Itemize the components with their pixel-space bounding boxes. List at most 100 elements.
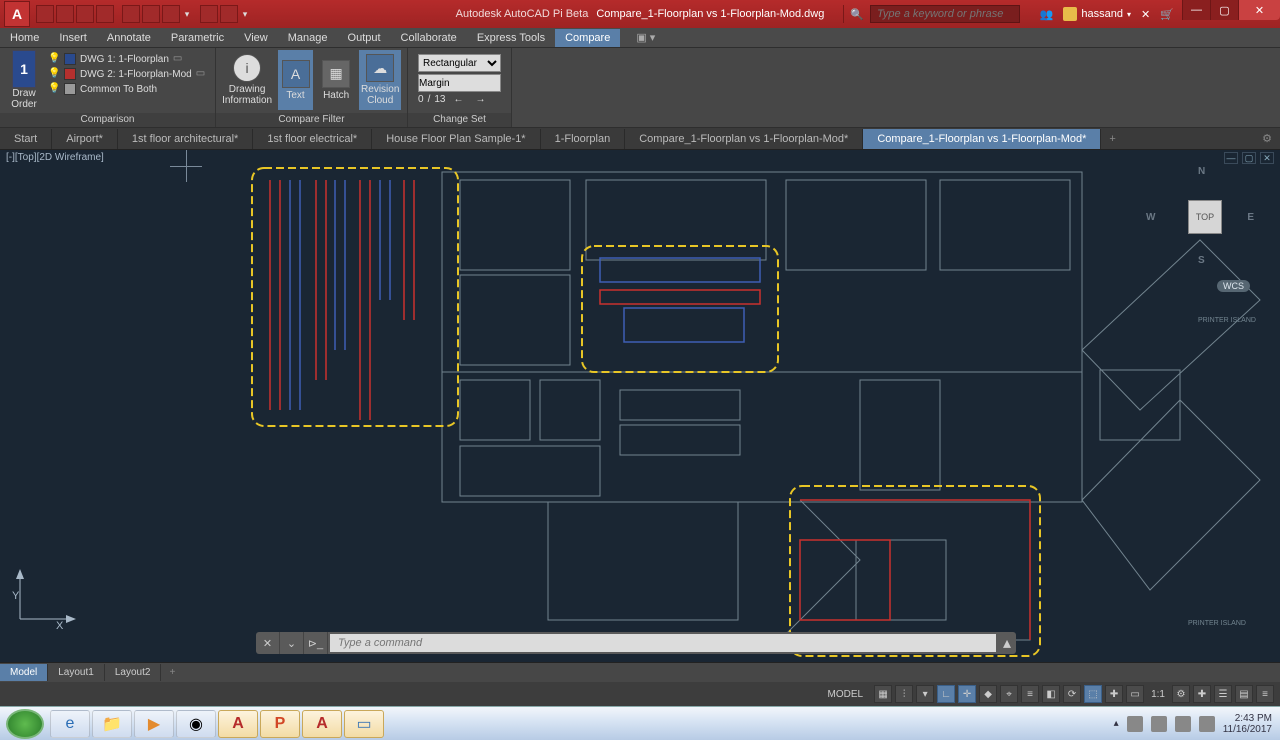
ribbon-extras-button[interactable]: ▣ ▾ bbox=[630, 28, 661, 47]
tab-annotate[interactable]: Annotate bbox=[97, 29, 161, 47]
tray-icon[interactable] bbox=[1127, 716, 1143, 732]
tab-view[interactable]: View bbox=[234, 29, 278, 47]
status-clean-icon[interactable]: ▤ bbox=[1235, 685, 1253, 703]
qat-undo-icon[interactable] bbox=[142, 5, 160, 23]
viewcube-top-face[interactable]: TOP bbox=[1188, 200, 1222, 234]
cmd-close-icon[interactable]: ✕ bbox=[256, 632, 280, 654]
search-input[interactable] bbox=[870, 5, 1020, 23]
doctab-options-button[interactable]: ⚙ bbox=[1254, 128, 1280, 149]
cmd-history-icon[interactable]: ▴ bbox=[998, 633, 1016, 653]
folder-icon[interactable]: ▭ bbox=[196, 68, 208, 80]
doctab-compare1[interactable]: Compare_1-Floorplan vs 1-Floorplan-Mod* bbox=[625, 129, 863, 149]
taskbar-app-icon[interactable]: ▭ bbox=[344, 710, 384, 738]
exchange-icon[interactable]: ✕ bbox=[1141, 8, 1150, 21]
minimize-button[interactable]: — bbox=[1182, 0, 1210, 20]
prev-change-button[interactable]: ← bbox=[449, 94, 467, 105]
status-gear-icon[interactable]: ⚙ bbox=[1172, 685, 1190, 703]
doctab-arch[interactable]: 1st floor architectural* bbox=[118, 129, 253, 149]
status-grid-icon[interactable]: ▦ bbox=[874, 685, 892, 703]
doctab-start[interactable]: Start bbox=[0, 129, 52, 149]
status-scale[interactable]: 1:1 bbox=[1147, 689, 1169, 700]
doctab-elec[interactable]: 1st floor electrical* bbox=[253, 129, 372, 149]
lightbulb-icon[interactable]: 💡 bbox=[48, 83, 60, 95]
taskbar-powerpoint-icon[interactable]: P bbox=[260, 710, 300, 738]
maximize-button[interactable]: ▢ bbox=[1210, 0, 1238, 20]
view-cube[interactable]: N S E W TOP bbox=[1140, 164, 1260, 284]
status-ui-icon[interactable]: ☰ bbox=[1214, 685, 1232, 703]
legend-row-common[interactable]: 💡 Common To Both bbox=[48, 83, 208, 95]
status-transp-icon[interactable]: ◧ bbox=[1042, 685, 1060, 703]
tab-model[interactable]: Model bbox=[0, 664, 48, 681]
taskbar-explorer-icon[interactable]: 📁 bbox=[92, 710, 132, 738]
cloud-shape-select[interactable]: Rectangular bbox=[418, 54, 501, 72]
qat-extra2-icon[interactable] bbox=[220, 5, 238, 23]
tab-insert[interactable]: Insert bbox=[49, 29, 97, 47]
status-snap-icon[interactable]: ⫶ bbox=[895, 685, 913, 703]
qat-dropdown2-icon[interactable]: ▾ bbox=[240, 5, 250, 23]
filter-hatch-button[interactable]: ▦ Hatch bbox=[319, 50, 354, 110]
status-custom-icon[interactable]: ≡ bbox=[1256, 685, 1274, 703]
app-menu-button[interactable]: A bbox=[4, 1, 30, 27]
doctab-airport[interactable]: Airport* bbox=[52, 129, 118, 149]
tab-parametric[interactable]: Parametric bbox=[161, 29, 234, 47]
qat-save-icon[interactable] bbox=[76, 5, 94, 23]
status-polar-icon[interactable]: ✛ bbox=[958, 685, 976, 703]
tab-home[interactable]: Home bbox=[0, 29, 49, 47]
start-button[interactable] bbox=[6, 709, 44, 739]
tray-network-icon[interactable] bbox=[1175, 716, 1191, 732]
command-input[interactable] bbox=[330, 634, 996, 652]
qat-redo-icon[interactable] bbox=[162, 5, 180, 23]
add-layout-button[interactable]: + bbox=[161, 664, 183, 681]
tray-icon[interactable] bbox=[1151, 716, 1167, 732]
tab-output[interactable]: Output bbox=[338, 29, 391, 47]
qat-saveas-icon[interactable] bbox=[96, 5, 114, 23]
status-qv-icon[interactable]: ▭ bbox=[1126, 685, 1144, 703]
status-model-label[interactable]: MODEL bbox=[824, 689, 868, 700]
status-dyn-icon[interactable]: ✚ bbox=[1105, 685, 1123, 703]
status-lwt-icon[interactable]: ≡ bbox=[1021, 685, 1039, 703]
taskbar-ie-icon[interactable]: e bbox=[50, 710, 90, 738]
doctab-compare2[interactable]: Compare_1-Floorplan vs 1-Floorplan-Mod* bbox=[863, 129, 1101, 149]
cmd-customize-icon[interactable]: ⌄ bbox=[280, 632, 304, 654]
status-osnap-icon[interactable]: ⌖ bbox=[1000, 685, 1018, 703]
taskbar-chrome-icon[interactable]: ◉ bbox=[176, 710, 216, 738]
folder-icon[interactable]: ▭ bbox=[173, 53, 185, 65]
status-iso-icon[interactable]: ◆ bbox=[979, 685, 997, 703]
qat-plot-icon[interactable] bbox=[122, 5, 140, 23]
qat-extra1-icon[interactable] bbox=[200, 5, 218, 23]
lightbulb-icon[interactable]: 💡 bbox=[48, 53, 60, 65]
status-plus-icon[interactable]: ✚ bbox=[1193, 685, 1211, 703]
filter-text-button[interactable]: A Text bbox=[278, 50, 313, 110]
taskbar-media-icon[interactable]: ▶ bbox=[134, 710, 174, 738]
tab-express-tools[interactable]: Express Tools bbox=[467, 29, 555, 47]
new-doc-button[interactable]: + bbox=[1101, 129, 1123, 149]
cloud-margin-input[interactable] bbox=[418, 74, 501, 92]
draw-order-button[interactable]: 1 Draw Order bbox=[6, 50, 42, 110]
taskbar-autocad-icon[interactable]: A bbox=[218, 710, 258, 738]
qat-dropdown-icon[interactable]: ▾ bbox=[182, 5, 192, 23]
wcs-badge[interactable]: WCS bbox=[1217, 280, 1250, 292]
status-cycle-icon[interactable]: ⟳ bbox=[1063, 685, 1081, 703]
cart-icon[interactable]: 🛒 bbox=[1160, 8, 1174, 21]
doctab-house[interactable]: House Floor Plan Sample-1* bbox=[372, 129, 540, 149]
qat-open-icon[interactable] bbox=[56, 5, 74, 23]
close-button[interactable]: ✕ bbox=[1238, 0, 1280, 20]
doctab-floorplan[interactable]: 1-Floorplan bbox=[541, 129, 626, 149]
tab-collaborate[interactable]: Collaborate bbox=[391, 29, 467, 47]
clock[interactable]: 2:43 PM11/16/2017 bbox=[1223, 713, 1272, 735]
next-change-button[interactable]: → bbox=[471, 94, 489, 105]
tab-layout1[interactable]: Layout1 bbox=[48, 664, 105, 681]
tab-layout2[interactable]: Layout2 bbox=[105, 664, 162, 681]
tray-sound-icon[interactable] bbox=[1199, 716, 1215, 732]
revision-cloud-button[interactable]: ☁ Revision Cloud bbox=[359, 50, 401, 110]
status-ortho-icon[interactable]: ∟ bbox=[937, 685, 955, 703]
system-tray[interactable]: ▴ 2:43 PM11/16/2017 bbox=[1114, 713, 1280, 735]
signin-icon[interactable]: 👥 bbox=[1040, 8, 1054, 21]
taskbar-autocad2-icon[interactable]: A bbox=[302, 710, 342, 738]
user-menu[interactable]: hassand ▾ bbox=[1063, 7, 1131, 21]
drawing-info-button[interactable]: i Drawing Information bbox=[222, 50, 272, 110]
drawing-canvas[interactable]: [-][Top][2D Wireframe] — ▢ ✕ PRINTER ISL… bbox=[0, 150, 1280, 662]
qat-new-icon[interactable] bbox=[36, 5, 54, 23]
command-line[interactable]: ✕ ⌄ ⊳_ ▴ bbox=[256, 632, 1016, 654]
status-3dsnap-icon[interactable]: ⬚ bbox=[1084, 685, 1102, 703]
